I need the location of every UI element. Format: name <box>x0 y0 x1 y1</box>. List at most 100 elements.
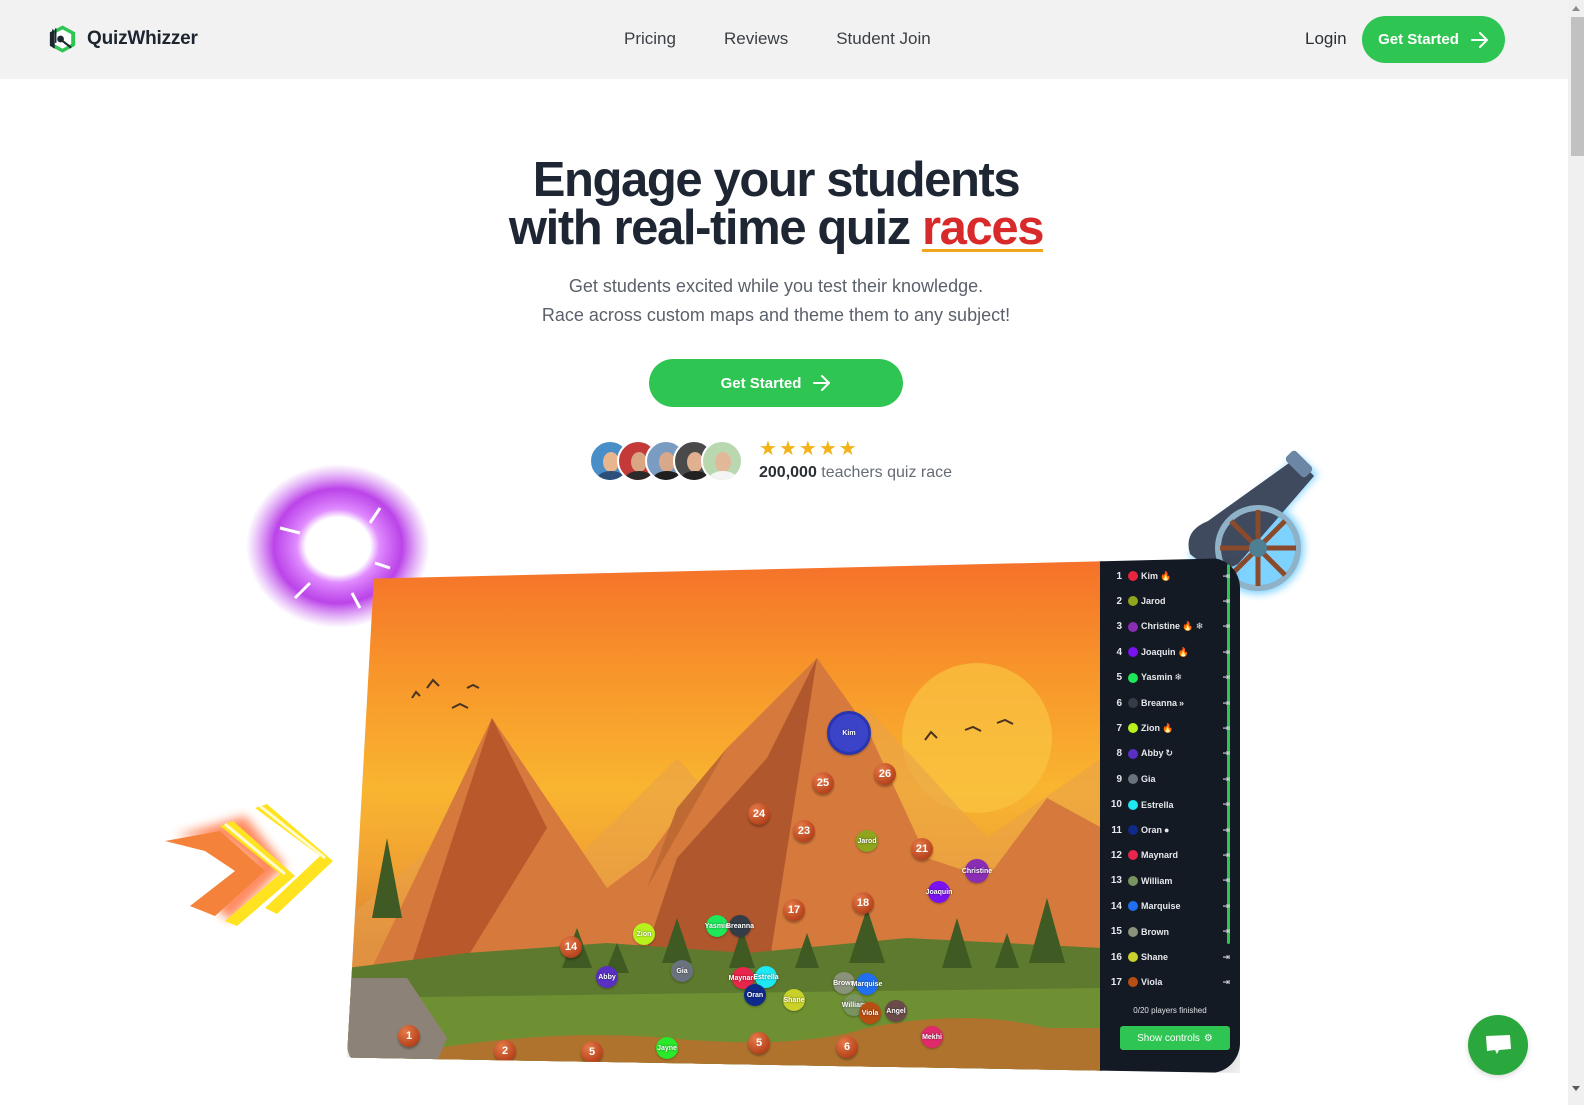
map-step-marker: 18 <box>852 892 874 914</box>
map-step-marker: 6 <box>836 1036 858 1058</box>
nav-link-pricing[interactable]: Pricing <box>624 29 676 49</box>
leaderboard-name: Christine 🔥 ❄ <box>1141 621 1204 632</box>
kick-player-icon[interactable]: ⇥ <box>1222 698 1230 709</box>
player-token: Zion <box>633 923 655 945</box>
nav-link-reviews[interactable]: Reviews <box>724 29 788 49</box>
leaderboard-rank: 12 <box>1110 849 1122 861</box>
powerup-badge-icon: 🔥 <box>1160 570 1172 581</box>
kick-player-icon[interactable]: ⇥ <box>1222 799 1230 810</box>
leaderboard-rank: 5 <box>1116 672 1122 684</box>
logo[interactable]: QuizWhizzer <box>47 24 198 54</box>
kick-player-icon[interactable]: ⇥ <box>1222 647 1230 658</box>
player-token: Jayne <box>656 1037 678 1059</box>
leaderboard: 1 Kim 🔥 ⇥ 2 Jarod ⇥ 3 Christine 🔥 ❄ ⇥ 4 Joaquin 🔥 ⇥ 5 Ya… <box>1100 558 1240 1073</box>
nav-get-started-button[interactable]: Get Started <box>1362 16 1505 63</box>
kick-player-icon[interactable]: ⇥ <box>1222 723 1230 734</box>
kick-player-icon[interactable]: ⇥ <box>1222 672 1230 683</box>
player-token: Christine <box>962 859 992 883</box>
leaderboard-row: 14 Marquise ⇥ <box>1100 896 1230 916</box>
navbar: QuizWhizzer Pricing Reviews Student Join… <box>0 0 1568 79</box>
leaderboard-name: William <box>1141 875 1173 886</box>
map-step-marker: 1 <box>398 1025 420 1047</box>
kick-player-icon[interactable]: ⇥ <box>1222 774 1230 785</box>
leaderboard-name: Breanna» <box>1141 698 1185 708</box>
star-icon: ★ <box>798 438 817 460</box>
player-token: Abby <box>596 966 618 988</box>
leaderboard-rank: 11 <box>1111 824 1122 836</box>
leaderboard-row: 5 Yasmin ❄ ⇥ <box>1100 668 1230 688</box>
kick-player-icon[interactable]: ⇥ <box>1222 748 1230 759</box>
player-token: Yasmin <box>705 915 729 937</box>
arrow-right-icon <box>813 375 831 391</box>
player-token: Jarod <box>856 830 878 852</box>
kick-player-icon[interactable]: ⇥ <box>1222 621 1230 632</box>
kick-player-icon[interactable]: ⇥ <box>1222 977 1230 988</box>
leaderboard-name: Maynard <box>1141 850 1179 861</box>
kick-player-icon[interactable]: ⇥ <box>1222 901 1230 912</box>
kick-player-icon[interactable]: ⇥ <box>1222 952 1230 963</box>
leaderboard-rank: 15 <box>1110 926 1122 938</box>
arrow-right-icon <box>1470 31 1488 48</box>
scroll-thumb[interactable] <box>1571 17 1584 156</box>
teacher-count-label: teachers quiz race <box>821 464 953 481</box>
kick-player-icon[interactable]: ⇥ <box>1222 850 1230 861</box>
map-step-marker: 14 <box>560 936 582 958</box>
player-color-dot <box>1128 875 1138 886</box>
leaderboard-row: 15 Brown ⇥ <box>1100 922 1230 942</box>
leaderboard-row: 10 Estrella ⇥ <box>1100 795 1230 815</box>
leaderboard-row: 3 Christine 🔥 ❄ ⇥ <box>1100 617 1230 637</box>
leaderboard-name: Marquise <box>1141 901 1181 912</box>
kick-player-icon[interactable]: ⇥ <box>1222 926 1230 937</box>
powerup-badge-icon: » <box>1179 698 1185 708</box>
leaderboard-row: 8 Abby ↻ ⇥ <box>1100 744 1230 764</box>
page-scrollbar[interactable] <box>1568 0 1584 1105</box>
nav-links: Pricing Reviews Student Join <box>624 29 931 49</box>
mountain-scene <box>347 658 1102 1073</box>
leaderboard-rank: 3 <box>1116 621 1122 633</box>
map-step-marker: 23 <box>793 820 815 842</box>
brand-name: QuizWhizzer <box>87 28 198 49</box>
leaderboard-rank: 13 <box>1110 875 1122 887</box>
leaderboard-row: 7 Zion 🔥 ⇥ <box>1100 718 1230 738</box>
player-token: Joaquin <box>926 881 952 903</box>
player-token: Kim <box>827 711 871 755</box>
race-map: 1 2 5 6 5 14 17 18 21 23 24 25 26 Kim Jarod Christine J… <box>347 558 1102 1073</box>
rating: ★ ★ ★ ★ ★ 200,000 teachers quiz race <box>759 438 952 482</box>
scroll-down-arrow[interactable] <box>1572 1086 1580 1091</box>
kick-player-icon[interactable]: ⇥ <box>1222 875 1230 886</box>
player-token: Breanna <box>726 915 754 937</box>
leaderboard-row: 1 Kim 🔥 ⇥ <box>1100 566 1230 586</box>
player-color-dot <box>1128 799 1138 810</box>
leaderboard-rank: 1 <box>1116 570 1122 582</box>
chat-button[interactable] <box>1468 1015 1528 1075</box>
nav-link-student-join[interactable]: Student Join <box>836 29 931 49</box>
map-step-marker: 26 <box>874 763 896 785</box>
rating-text: 200,000 teachers quiz race <box>759 464 952 482</box>
player-color-dot <box>1128 774 1138 785</box>
map-step-marker: 5 <box>581 1041 603 1063</box>
scroll-up-arrow[interactable] <box>1572 6 1580 11</box>
kick-player-icon[interactable]: ⇥ <box>1222 571 1230 582</box>
hero-title-line2: with real-time quiz <box>508 201 911 255</box>
hero-get-started-button[interactable]: Get Started <box>649 359 903 407</box>
leaderboard-rank: 9 <box>1116 773 1122 785</box>
nav-get-started-label: Get Started <box>1378 31 1459 48</box>
player-color-dot <box>1128 952 1138 962</box>
player-color-dot <box>1128 672 1138 683</box>
powerup-badge-icon: ↻ <box>1165 748 1174 759</box>
player-color-dot <box>1128 748 1138 759</box>
player-color-dot <box>1128 596 1138 607</box>
show-controls-button[interactable]: Show controls ⚙ <box>1120 1026 1230 1050</box>
star-icon: ★ <box>838 438 857 460</box>
leaderboard-name: Abby ↻ <box>1141 748 1174 759</box>
map-step-marker: 17 <box>783 899 805 921</box>
speed-boost-icon <box>165 804 333 926</box>
leaderboard-row: 12 Maynard ⇥ <box>1100 845 1230 865</box>
player-token: Oran <box>744 984 766 1006</box>
kick-player-icon[interactable]: ⇥ <box>1222 825 1230 836</box>
player-color-dot <box>1128 926 1138 937</box>
kick-player-icon[interactable]: ⇥ <box>1222 596 1230 607</box>
leaderboard-rank: 4 <box>1116 646 1122 658</box>
login-link[interactable]: Login <box>1305 29 1347 49</box>
leaderboard-name: Gia <box>1141 774 1156 785</box>
